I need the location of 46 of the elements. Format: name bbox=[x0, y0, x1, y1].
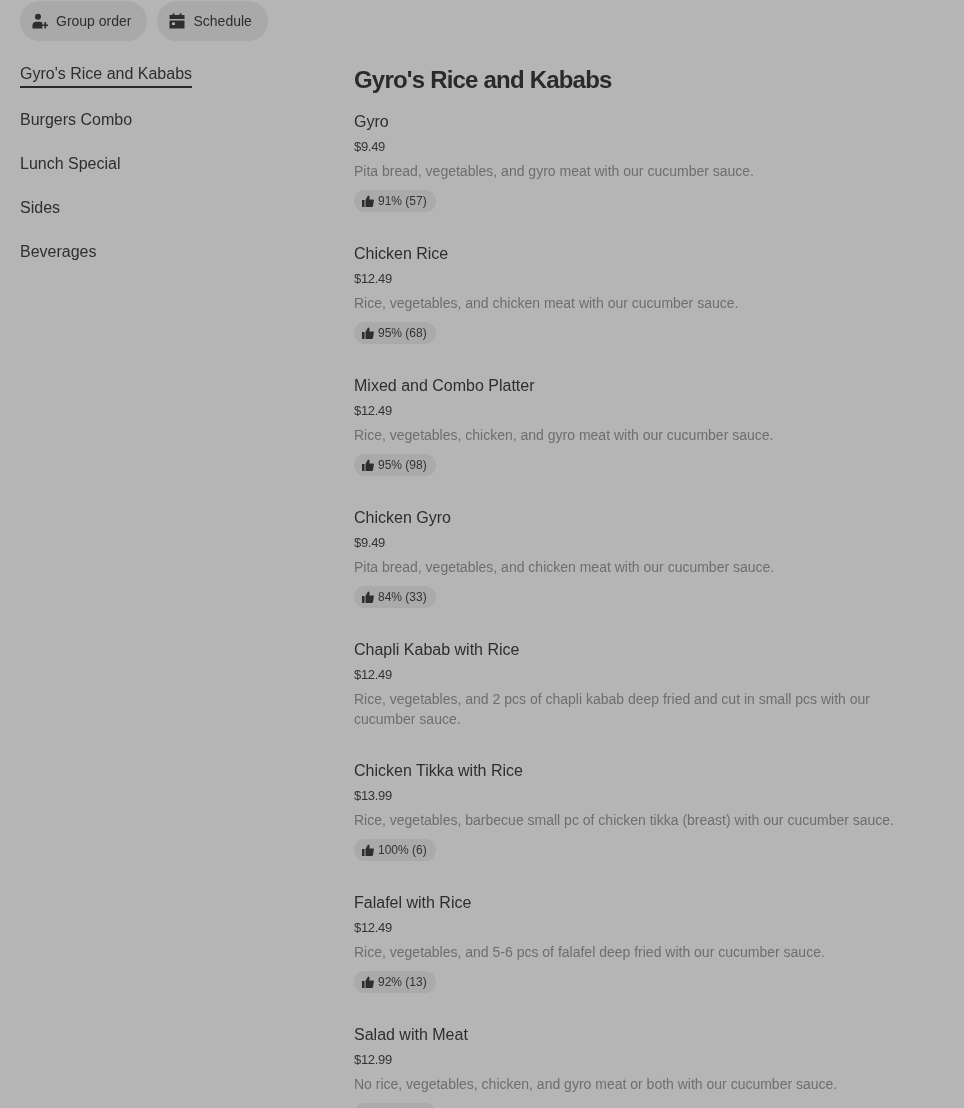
person-plus-icon bbox=[32, 13, 48, 29]
rating-badge: 91% (57) bbox=[354, 190, 436, 212]
item-name[interactable]: Chicken Tikka with Rice bbox=[354, 761, 523, 781]
item-price: $13.99 bbox=[354, 787, 392, 805]
rating-badge: 84% (33) bbox=[354, 586, 436, 608]
thumbs-up-icon bbox=[362, 591, 374, 603]
thumbs-up-icon bbox=[362, 459, 374, 471]
category-link[interactable]: Gyro's Rice and Kababs bbox=[20, 52, 193, 88]
item-name[interactable]: Salad with Meat bbox=[354, 1025, 468, 1045]
item-description: Rice, vegetables, and 5-6 pcs of falafel deep fried with our cucumber sauce. bbox=[354, 943, 825, 962]
calendar-icon bbox=[169, 13, 186, 29]
item-name[interactable]: Falafel with Rice bbox=[354, 893, 472, 913]
item-description: Rice, vegetables, and chicken meat with our cucumber sauce. bbox=[354, 294, 739, 313]
category-link[interactable]: Lunch Special bbox=[20, 142, 121, 178]
category-link[interactable]: Sides bbox=[20, 186, 61, 222]
item-name[interactable]: Gyro bbox=[354, 112, 389, 132]
item-description: No rice, vegetables, chicken, and gyro meat or both with our cucumber sauce. bbox=[354, 1075, 838, 1094]
item-description: Pita bread, vegetables, and gyro meat with our cucumber sauce. bbox=[354, 162, 754, 181]
thumbs-up-icon bbox=[362, 327, 374, 339]
item-name[interactable]: Chapli Kabab with Rice bbox=[354, 640, 520, 660]
thumbs-up-icon bbox=[362, 195, 374, 207]
item-description: Pita bread, vegetables, and chicken meat with our cucumber sauce. bbox=[354, 558, 775, 577]
item-price: $12.99 bbox=[354, 1051, 392, 1069]
rating-badge: 100% (6) bbox=[354, 839, 436, 861]
item-price: $12.49 bbox=[354, 919, 392, 937]
category-link[interactable]: Burgers Combo bbox=[20, 98, 133, 134]
item-price: $12.49 bbox=[354, 402, 392, 420]
group-order-button[interactable]: Group order bbox=[20, 1, 148, 41]
category-link[interactable]: Beverages bbox=[20, 230, 97, 266]
rating-badge: 95% (98) bbox=[354, 454, 436, 476]
section-heading: Gyro's Rice and Kababs bbox=[354, 65, 613, 95]
rating-badge: 95% (68) bbox=[354, 322, 436, 344]
item-price: $12.49 bbox=[354, 270, 392, 288]
item-price: $12.49 bbox=[354, 666, 392, 684]
rating-badge: 92% (13) bbox=[354, 971, 436, 993]
item-price: $9.49 bbox=[354, 534, 386, 552]
item-price: $9.49 bbox=[354, 138, 386, 156]
item-description: Rice, vegetables, chicken, and gyro meat with our cucumber sauce. bbox=[354, 426, 774, 445]
item-name[interactable]: Chicken Rice bbox=[354, 244, 449, 264]
thumbs-up-icon bbox=[362, 844, 374, 856]
item-name[interactable]: Mixed and Combo Platter bbox=[354, 376, 535, 396]
thumbs-up-icon bbox=[362, 976, 374, 988]
schedule-button[interactable]: Schedule bbox=[157, 1, 268, 41]
item-description: Rice, vegetables, barbecue small pc of chicken tikka (breast) with our cucumber sauce. bbox=[354, 811, 895, 830]
item-description: Rice, vegetables, and 2 pcs of chapli kabab deep fried and cut in small pcs with our cucumber sauce. bbox=[354, 690, 871, 729]
item-name[interactable]: Chicken Gyro bbox=[354, 508, 451, 528]
